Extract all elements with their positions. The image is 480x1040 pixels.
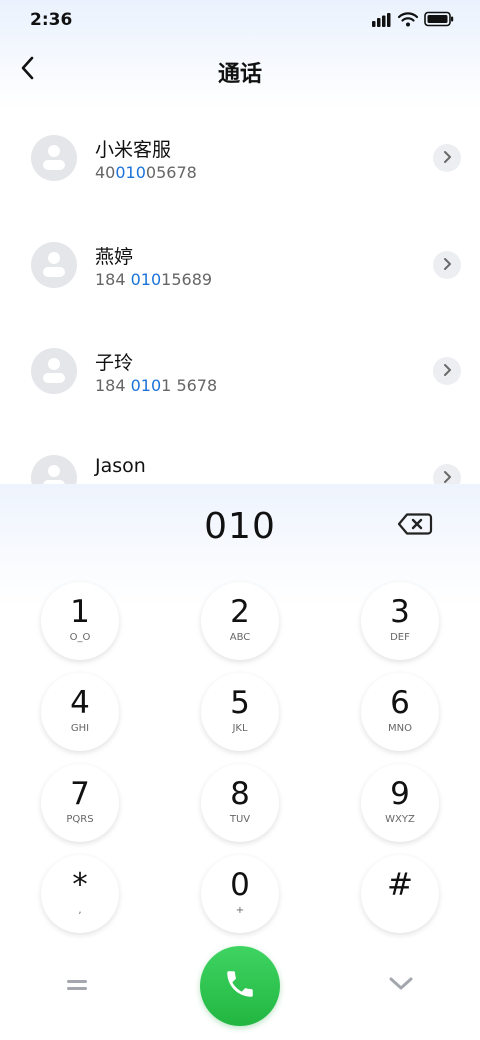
chevron-right-icon [442, 469, 452, 486]
number-match: 010 [130, 376, 162, 395]
dial-key-6[interactable]: 6 MNO [361, 673, 439, 751]
status-bar: 2:36 [0, 0, 480, 40]
dial-key-0[interactable]: 0 + [201, 855, 279, 933]
contact-detail-button[interactable] [433, 251, 461, 279]
dial-key-1[interactable]: 1 O_O [41, 582, 119, 660]
contact-list: 小米客服 4001005678 燕婷 184 01015689 子玲 184 0… [0, 105, 480, 485]
contact-row[interactable]: 燕婷 184 01015689 [0, 212, 480, 318]
dial-key-8[interactable]: 8 TUV [201, 764, 279, 842]
collapse-dialpad-button[interactable] [386, 972, 416, 1000]
dial-key-2[interactable]: 2 ABC [201, 582, 279, 660]
number-match: 010 [130, 270, 162, 289]
avatar [31, 348, 77, 394]
contact-detail-button[interactable] [433, 357, 461, 385]
dial-key-3[interactable]: 3 DEF [361, 582, 439, 660]
backspace-icon [397, 512, 433, 540]
phone-icon [223, 967, 257, 1005]
status-icons [372, 11, 454, 31]
dial-key-7[interactable]: 7 PQRS [41, 764, 119, 842]
contact-number: 4001005678 [95, 163, 197, 182]
contact-row[interactable]: 子玲 184 0101 5678 [0, 318, 480, 424]
delete-button[interactable] [396, 512, 434, 540]
contact-name: 燕婷 [95, 246, 134, 268]
number-match: 010 [115, 163, 146, 182]
page-title: 通话 [217, 62, 262, 87]
battery-icon [424, 11, 454, 31]
contact-detail-button[interactable] [433, 464, 461, 485]
contact-detail-button[interactable] [433, 144, 461, 172]
dial-key-5[interactable]: 5 JKL [201, 673, 279, 751]
status-time: 2:36 [30, 10, 73, 30]
contact-row[interactable]: Jason [0, 425, 480, 485]
dial-key-9[interactable]: 9 WXYZ [361, 764, 439, 842]
signal-icon [372, 12, 392, 31]
dial-key-hash[interactable]: # [361, 855, 439, 933]
chevron-down-icon [388, 976, 414, 996]
avatar [31, 242, 77, 288]
avatar [31, 455, 77, 485]
dial-key-star[interactable]: * , [41, 855, 119, 933]
contact-row[interactable]: 小米客服 4001005678 [0, 105, 480, 211]
contact-name: Jason [95, 455, 146, 477]
contact-name: 小米客服 [95, 139, 172, 161]
contact-number: 184 01015689 [95, 270, 213, 289]
dial-key-4[interactable]: 4 GHI [41, 673, 119, 751]
contact-number: 184 0101 5678 [95, 376, 218, 395]
wifi-icon [397, 11, 419, 31]
dialer-bottom-bar [0, 946, 480, 1026]
chevron-right-icon [442, 149, 452, 168]
equals-icon [66, 977, 88, 996]
chevron-right-icon [442, 362, 452, 381]
contact-name: 子玲 [95, 352, 134, 374]
menu-button[interactable] [62, 972, 92, 1000]
avatar [31, 135, 77, 181]
call-button[interactable] [200, 946, 280, 1026]
chevron-right-icon [442, 256, 452, 275]
header: 通话 [0, 44, 480, 96]
